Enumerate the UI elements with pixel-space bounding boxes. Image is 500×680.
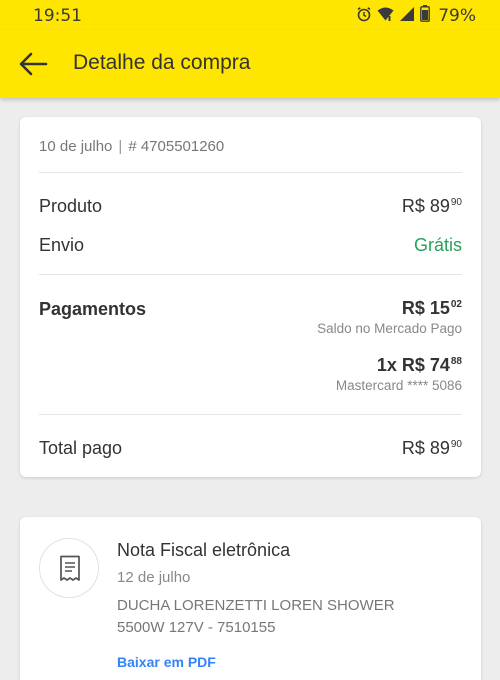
invoice-card: Nota Fiscal eletrônica 12 de julho DUCHA… [20, 517, 481, 680]
product-amount-main: R$ 89 [401, 196, 450, 216]
app-bar: Detalhe da compra [0, 30, 500, 98]
product-amount-cents: 90 [450, 197, 462, 208]
order-number: # 4705501260 [128, 138, 225, 155]
invoice-description: DUCHA LORENZETTI LOREN SHOWER 5500W 127V… [117, 597, 395, 636]
shipping-value: Grátis [413, 235, 462, 255]
meta-separator: | [118, 138, 123, 155]
total-label: Total pago [39, 438, 123, 458]
page-title: Detalhe da compra [73, 51, 251, 74]
total-amount-cents: 90 [450, 439, 462, 450]
product-label: Produto [39, 196, 103, 216]
invoice-icon-badge [39, 538, 99, 598]
battery-percent: 79% [438, 6, 476, 26]
purchase-meta: 10 de julho | # 4705501260 [39, 138, 224, 155]
payments-label: Pagamentos [39, 299, 147, 319]
alarm-icon [356, 6, 372, 27]
product-amount: R$ 8990 [402, 196, 462, 217]
payment-amount-main: R$ 15 [401, 298, 450, 318]
payment-amount-cents: 02 [450, 299, 462, 310]
arrow-left-icon [17, 52, 49, 84]
wifi-icon [377, 6, 394, 27]
purchase-summary-card: 10 de julho | # 4705501260 Produto R$ 8990… [20, 117, 481, 477]
download-pdf-link[interactable]: Baixar em PDF [117, 654, 216, 670]
status-bar: 19:51 79% [0, 0, 500, 30]
divider [39, 414, 462, 415]
signal-icon [399, 6, 415, 27]
payment-amount-main: 1x R$ 74 [376, 355, 450, 375]
divider [39, 274, 462, 275]
back-button[interactable] [17, 48, 49, 80]
purchase-date: 10 de julho [39, 138, 113, 155]
battery-icon [420, 5, 431, 27]
payment-amount: 1x R$ 7488 [377, 355, 462, 376]
status-time: 19:51 [33, 6, 82, 26]
invoice-date: 12 de julho [117, 569, 191, 586]
divider [39, 172, 462, 173]
payment-method: Saldo no Mercado Pago [317, 321, 462, 336]
invoice-title: Nota Fiscal eletrônica [117, 540, 291, 560]
total-amount-main: R$ 89 [401, 438, 450, 458]
payment-amount-cents: 88 [450, 356, 462, 367]
payment-amount: R$ 1502 [402, 298, 462, 319]
total-amount: R$ 8990 [402, 438, 462, 459]
status-icons: 79% [356, 5, 476, 27]
payment-method: Mastercard **** 5086 [335, 378, 462, 393]
shipping-label: Envio [39, 235, 85, 255]
